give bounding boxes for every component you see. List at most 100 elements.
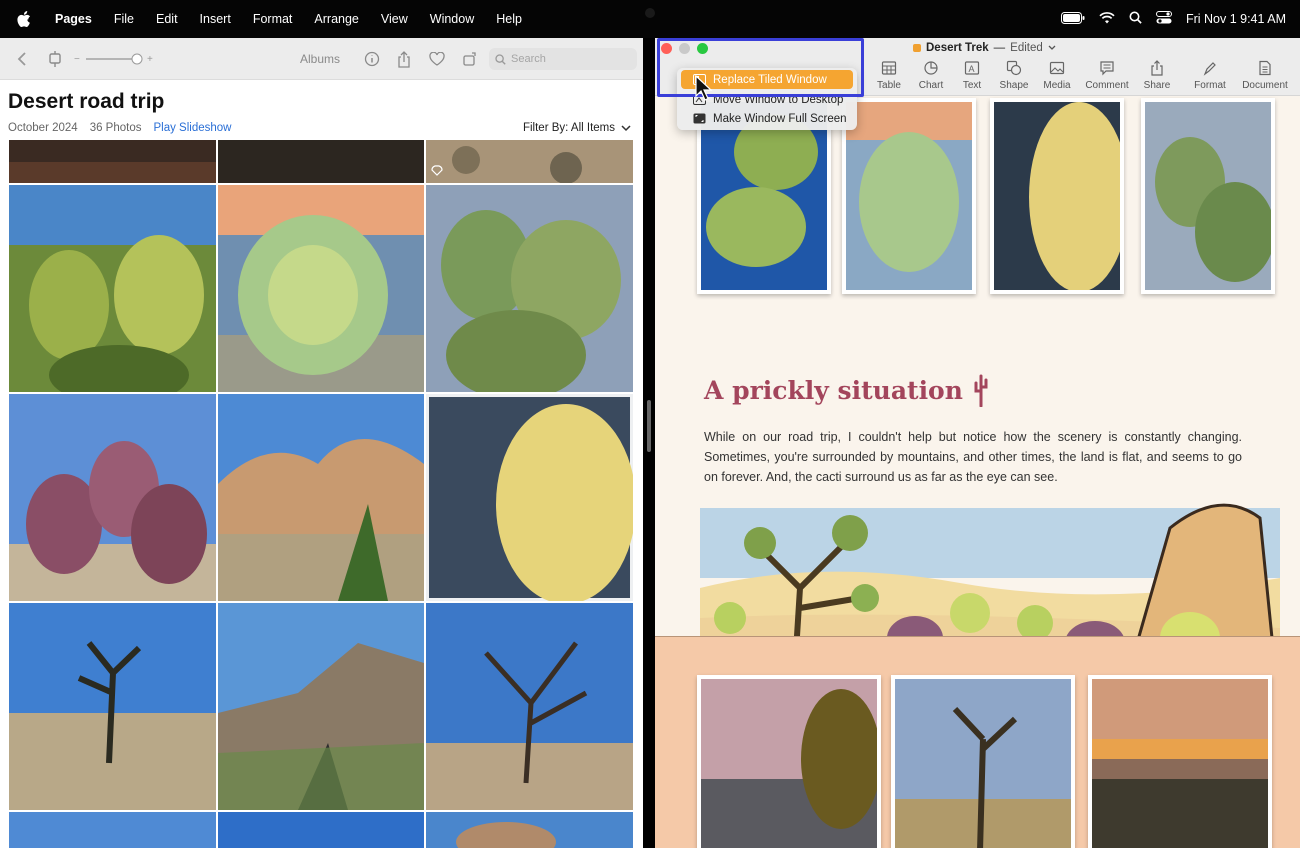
album-date: October 2024: [8, 122, 78, 134]
toolbar-table-label: Table: [877, 80, 901, 91]
toolbar-comment-button[interactable]: Comment: [1080, 60, 1134, 94]
photo-thumbnail[interactable]: [9, 603, 216, 810]
photos-window: − + Albums Search Desert road trip Octobe…: [0, 38, 643, 848]
shape-icon: [1006, 60, 1022, 76]
format-icon: [1203, 62, 1216, 76]
share-icon[interactable]: [394, 49, 414, 69]
search-placeholder: Search: [511, 53, 546, 65]
photo-thumbnail[interactable]: [218, 185, 424, 392]
document-icon: [1259, 60, 1271, 76]
photo-count: 36 Photos: [89, 122, 142, 134]
document-photo[interactable]: [1088, 675, 1272, 848]
toolbar-comment-label: Comment: [1085, 80, 1129, 91]
album-meta: October 2024 36 Photos Play Slideshow: [8, 122, 231, 134]
menu-view[interactable]: View: [370, 12, 419, 26]
menu-window[interactable]: Window: [419, 12, 485, 26]
document-photo[interactable]: [891, 675, 1075, 848]
photo-thumbnail[interactable]: [426, 140, 633, 183]
toolbar-shape-label: Shape: [999, 80, 1029, 91]
document-photo[interactable]: [842, 98, 976, 294]
rotate-icon[interactable]: [460, 49, 480, 69]
menu-edit[interactable]: Edit: [145, 12, 189, 26]
apple-logo-icon[interactable]: [14, 11, 34, 27]
pages-window: Desert Trek — Edited Table Chart A Text …: [655, 38, 1300, 848]
photo-thumbnail[interactable]: [218, 603, 424, 810]
full-screen-icon: [693, 113, 706, 124]
album-title: Desert road trip: [8, 90, 165, 113]
search-icon: [495, 53, 506, 65]
cactus-icon: [974, 374, 988, 407]
battery-icon[interactable]: [1060, 11, 1085, 27]
comment-icon: [1100, 61, 1114, 76]
heading-text: A prickly situation: [704, 375, 963, 405]
favorite-heart-icon[interactable]: [427, 49, 447, 69]
wifi-icon[interactable]: [1099, 11, 1115, 27]
media-icon: [1049, 61, 1065, 75]
zoom-slider[interactable]: − +: [74, 51, 154, 67]
photo-thumbnail[interactable]: [426, 394, 633, 601]
document-title[interactable]: Desert Trek — Edited: [913, 42, 1056, 54]
document-photo-selected[interactable]: [990, 98, 1124, 294]
filter-dropdown[interactable]: Filter By: All Items: [523, 122, 631, 134]
toolbar-share-button[interactable]: Share: [1130, 60, 1184, 94]
photo-thumbnail[interactable]: [9, 185, 216, 392]
photo-thumbnail[interactable]: [218, 812, 424, 848]
menu-item-make-window-full-screen[interactable]: Make Window Full Screen: [681, 109, 853, 128]
photo-grid: [9, 140, 633, 848]
toolbar-media-button[interactable]: Media: [1030, 60, 1084, 94]
menu-item-label: Make Window Full Screen: [713, 112, 847, 125]
focus-highlight: [657, 38, 864, 97]
photo-thumbnail[interactable]: [426, 603, 633, 810]
chevron-down-icon: [621, 124, 631, 131]
play-slideshow-link[interactable]: Play Slideshow: [153, 122, 231, 134]
control-center-icon[interactable]: [1155, 11, 1172, 27]
toolbar-document-label: Document: [1242, 80, 1288, 91]
toolbar-format-label: Format: [1194, 80, 1226, 91]
photo-thumbnail[interactable]: [426, 185, 633, 392]
filter-label: Filter By: All Items: [522, 122, 615, 134]
menu-bar-clock[interactable]: Fri Nov 1 9:41 AM: [1186, 12, 1286, 26]
document-page[interactable]: A prickly situation While on our road tr…: [655, 96, 1300, 668]
document-icon: [913, 44, 921, 52]
document-body-text[interactable]: While on our road trip, I couldn't help …: [704, 427, 1242, 487]
photo-thumbnail[interactable]: [9, 812, 216, 848]
photos-search-field[interactable]: Search: [489, 48, 637, 70]
info-icon[interactable]: [362, 49, 382, 69]
share-icon: [1151, 60, 1163, 76]
photo-thumbnail[interactable]: [218, 140, 424, 183]
photo-thumbnail[interactable]: [9, 140, 216, 183]
photo-thumbnail[interactable]: [426, 812, 633, 848]
title-separator: —: [993, 42, 1006, 54]
toolbar-format-button[interactable]: Format: [1183, 60, 1237, 94]
menu-insert[interactable]: Insert: [189, 12, 242, 26]
toolbar-document-button[interactable]: Document: [1238, 60, 1292, 94]
document-name: Desert Trek: [926, 42, 989, 54]
document-photo[interactable]: [697, 675, 881, 848]
split-view-divider[interactable]: [643, 38, 655, 848]
menu-file[interactable]: File: [103, 12, 145, 26]
menu-format[interactable]: Format: [242, 12, 304, 26]
menu-app-pages[interactable]: Pages: [44, 12, 103, 26]
document-heading[interactable]: A prickly situation: [704, 373, 989, 407]
divider-handle[interactable]: [647, 400, 651, 452]
toolbar-text-label: Text: [962, 80, 982, 91]
photo-thumbnail[interactable]: [218, 394, 424, 601]
text-icon: A: [964, 61, 980, 75]
menu-help[interactable]: Help: [485, 12, 533, 26]
photo-thumbnail[interactable]: [9, 394, 216, 601]
edited-status: Edited: [1010, 42, 1043, 54]
spotlight-search-icon[interactable]: [1129, 11, 1142, 27]
menu-arrange[interactable]: Arrange: [303, 12, 369, 26]
menu-bar: Pages File Edit Insert Format Arrange Vi…: [0, 0, 1300, 38]
document-page-2[interactable]: [655, 636, 1300, 848]
camera-notch: [645, 8, 655, 18]
toolbar-media-label: Media: [1043, 80, 1071, 91]
svg-text:A: A: [969, 64, 975, 74]
crop-rotate-icon[interactable]: [45, 49, 65, 69]
svg-text:−: −: [74, 54, 80, 65]
toolbar-chart-label: Chart: [918, 80, 944, 91]
photos-toolbar-title: Albums: [300, 52, 341, 66]
document-photo[interactable]: [1141, 98, 1275, 294]
photos-toolbar: − + Albums Search: [0, 38, 643, 80]
back-chevron-icon[interactable]: [12, 49, 32, 69]
